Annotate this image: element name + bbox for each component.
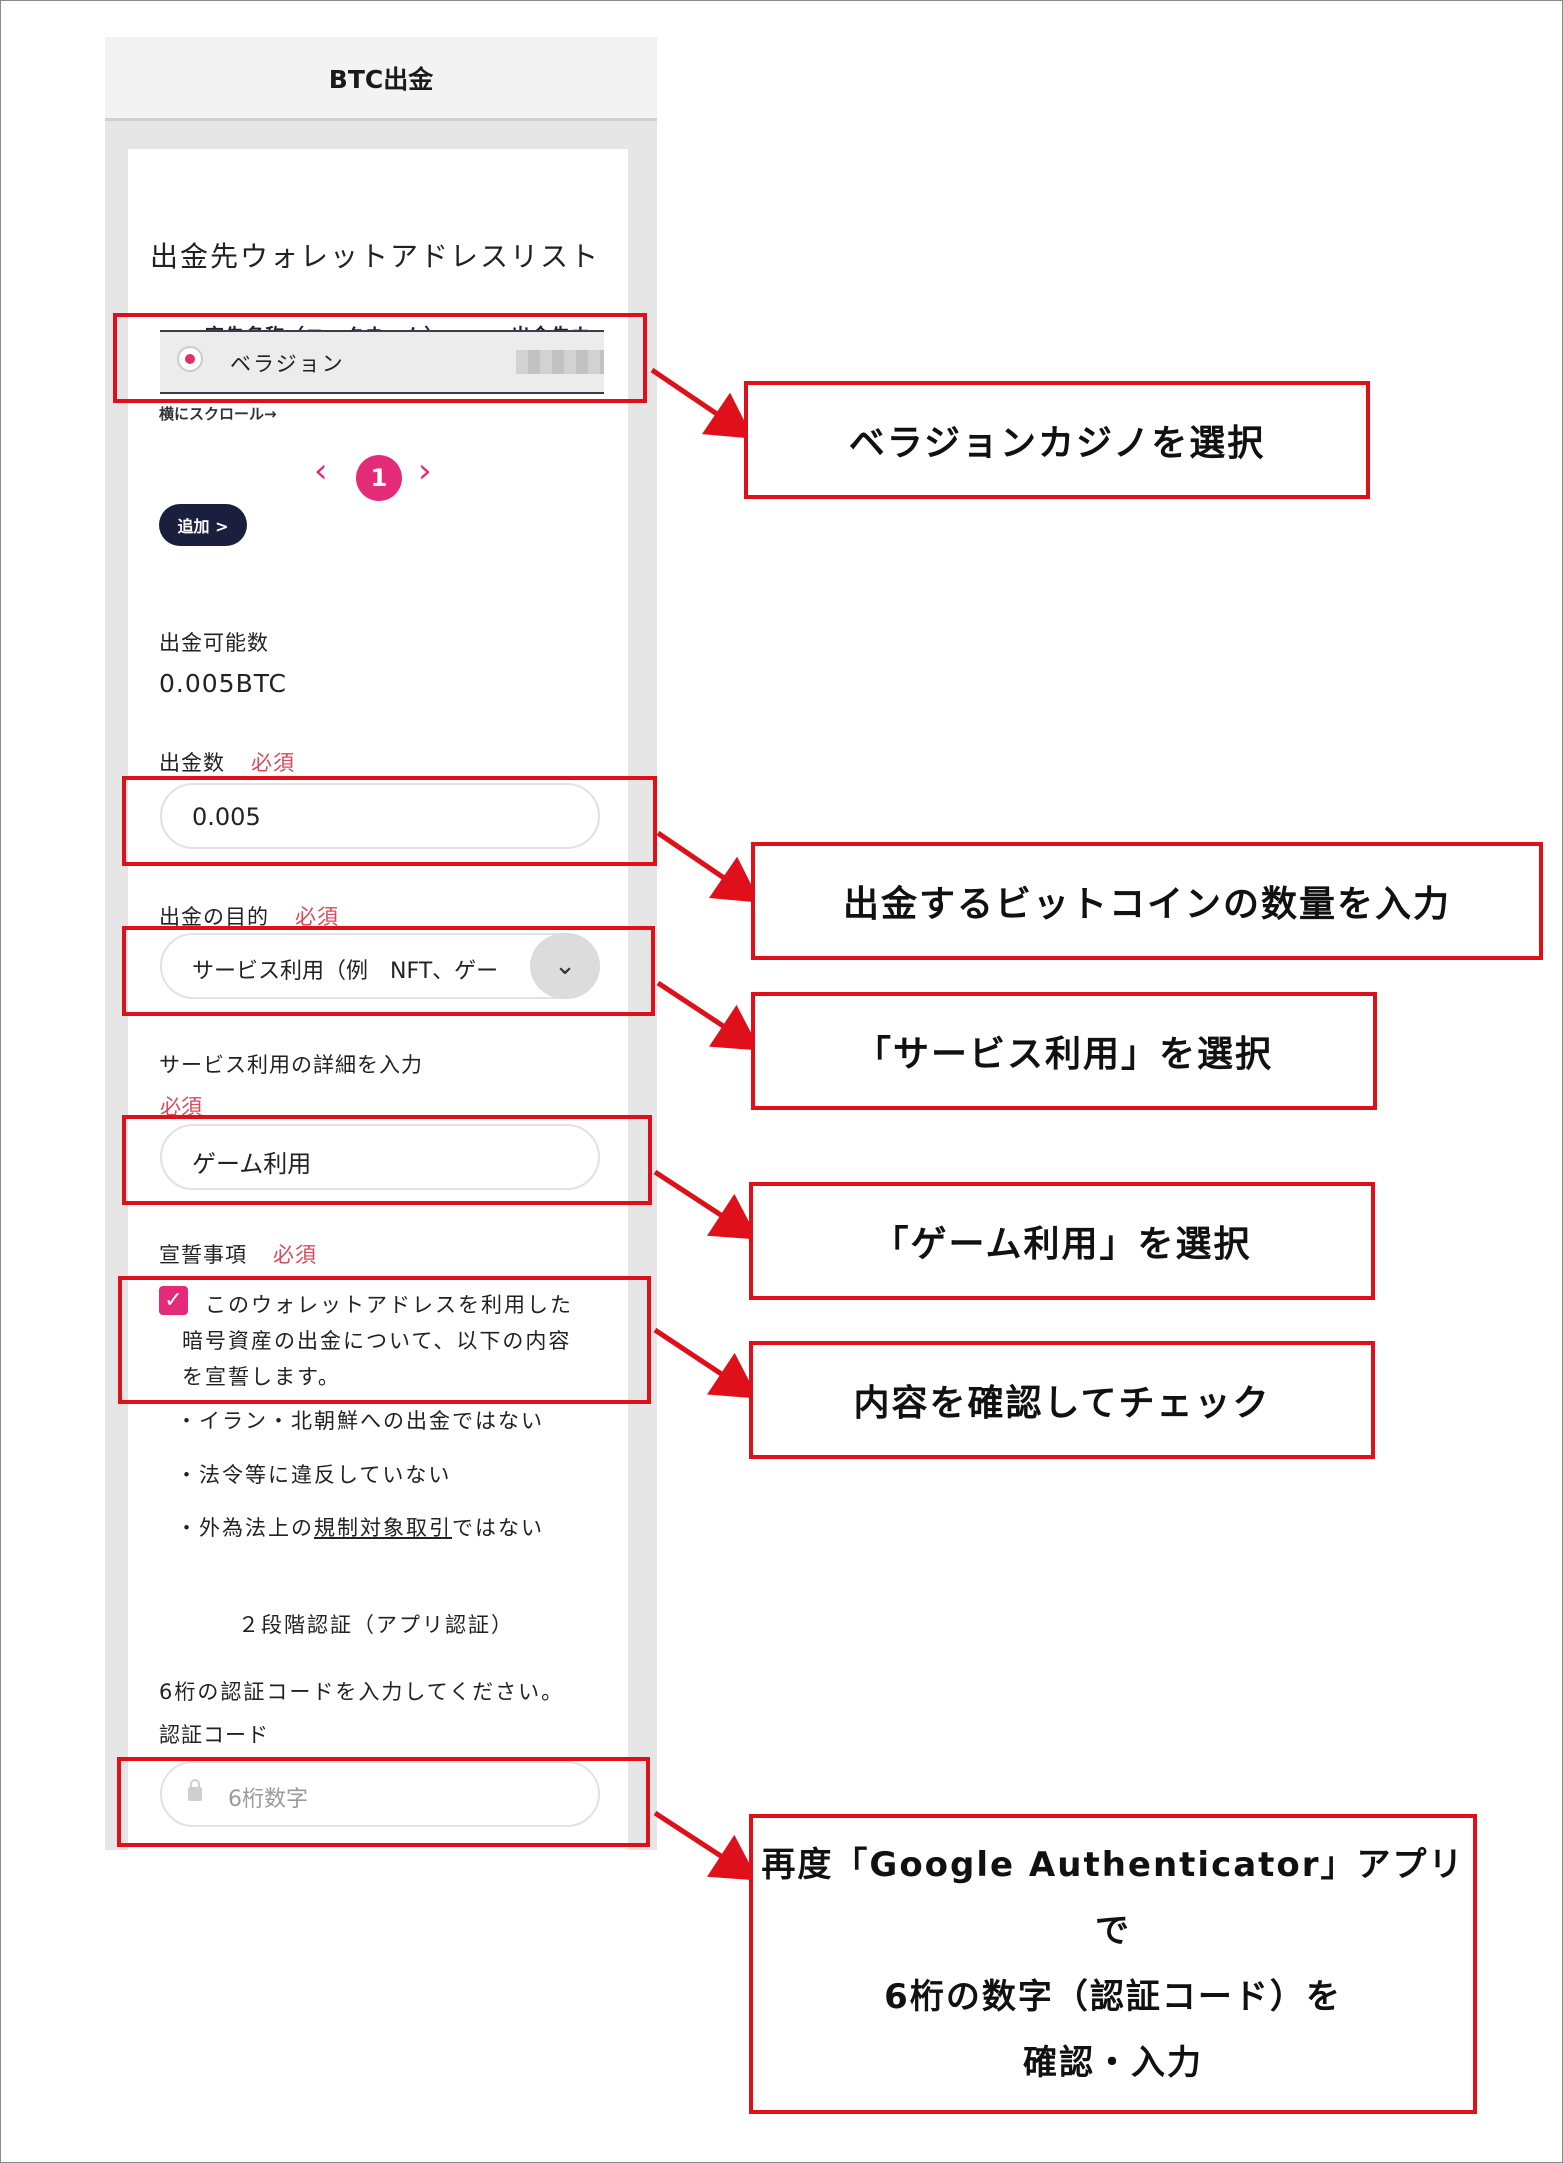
- arrow-1: [650, 367, 754, 439]
- callout-select-service: 「サービス利用」を選択: [751, 992, 1377, 1110]
- callout-enter-code-line3: 確認・入力: [1023, 2043, 1203, 2083]
- arrow-5: [653, 1327, 759, 1399]
- arrow-2: [656, 830, 761, 903]
- callout-enter-code-line1: 再度「Google Authenticator」アプリで: [761, 1845, 1465, 1951]
- callout-enter-code: 再度「Google Authenticator」アプリで 6桁の数字（認証コード…: [749, 1814, 1477, 2114]
- callout-select-wallet: ベラジョンカジノを選択: [744, 381, 1370, 499]
- arrow-4: [653, 1169, 759, 1240]
- arrow-6: [653, 1810, 759, 1881]
- callout-select-game: 「ゲーム利用」を選択: [749, 1182, 1375, 1300]
- arrow-3: [656, 980, 761, 1051]
- callout-enter-code-line2: 6桁の数字（認証コード）を: [884, 1977, 1342, 2017]
- callout-check-declaration: 内容を確認してチェック: [749, 1341, 1375, 1459]
- callout-enter-amount: 出金するビットコインの数量を入力: [751, 842, 1543, 960]
